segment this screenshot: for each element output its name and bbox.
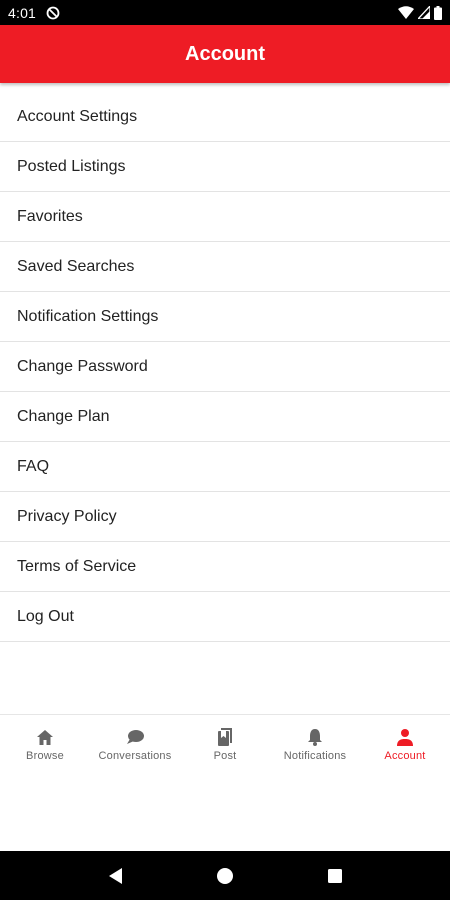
menu-item-faq[interactable]: FAQ — [0, 442, 450, 492]
back-icon[interactable] — [95, 856, 135, 896]
home-icon — [36, 727, 54, 747]
nav-item-browse[interactable]: Browse — [0, 715, 90, 770]
menu-item-saved-searches[interactable]: Saved Searches — [0, 242, 450, 292]
nav-label-conversations: Conversations — [98, 750, 172, 762]
nav-item-account[interactable]: Account — [360, 715, 450, 770]
menu-item-change-password[interactable]: Change Password — [0, 342, 450, 392]
do-not-disturb-icon — [46, 6, 60, 20]
nav-label-account: Account — [384, 750, 426, 762]
status-bar: 4:01 — [0, 0, 450, 25]
account-menu: Account Settings Posted Listings Favorit… — [0, 92, 450, 642]
nav-item-post[interactable]: Post — [180, 715, 270, 770]
page-title: Account — [185, 42, 265, 65]
menu-item-favorites[interactable]: Favorites — [0, 192, 450, 242]
nav-item-conversations[interactable]: Conversations — [90, 715, 180, 770]
menu-item-log-out[interactable]: Log Out — [0, 592, 450, 642]
wifi-icon — [398, 6, 414, 19]
menu-item-change-plan[interactable]: Change Plan — [0, 392, 450, 442]
nav-label-notifications: Notifications — [283, 750, 347, 762]
post-icon — [217, 727, 233, 747]
nav-label-browse: Browse — [26, 750, 64, 762]
nav-label-post: Post — [213, 750, 237, 762]
recents-icon[interactable] — [315, 856, 355, 896]
menu-item-privacy-policy[interactable]: Privacy Policy — [0, 492, 450, 542]
person-icon — [396, 727, 414, 747]
status-time: 4:01 — [8, 4, 37, 21]
home-circle-icon[interactable] — [205, 856, 245, 896]
menu-item-terms-of-service[interactable]: Terms of Service — [0, 542, 450, 592]
chat-bubble-icon — [125, 727, 145, 747]
menu-item-notification-settings[interactable]: Notification Settings — [0, 292, 450, 342]
nav-item-notifications[interactable]: Notifications — [270, 715, 360, 770]
bottom-nav: Browse Conversations Post Notifications … — [0, 714, 450, 770]
app-bar: Account — [0, 25, 450, 83]
menu-item-account-settings[interactable]: Account Settings — [0, 92, 450, 142]
bell-icon — [307, 727, 323, 747]
system-nav-bar — [0, 851, 450, 900]
signal-icon — [418, 6, 430, 19]
menu-item-posted-listings[interactable]: Posted Listings — [0, 142, 450, 192]
battery-icon — [434, 5, 442, 20]
